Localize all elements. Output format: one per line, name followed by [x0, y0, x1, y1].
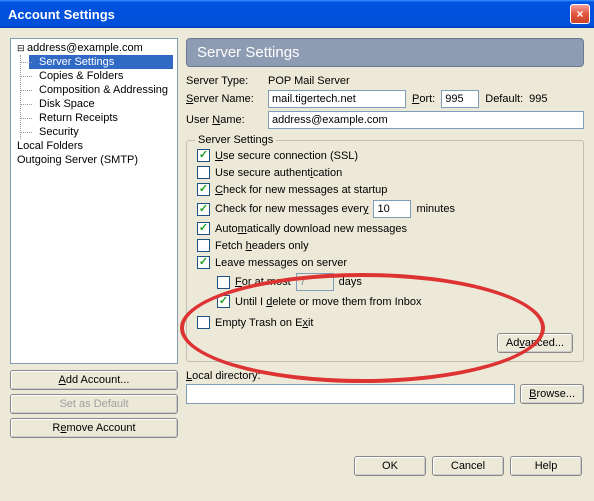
- default-label: Default:: [485, 93, 523, 105]
- help-button[interactable]: Help: [510, 456, 582, 476]
- empty-trash-label: Empty Trash on Exit: [215, 317, 313, 329]
- browse-button[interactable]: Browse...: [520, 384, 584, 404]
- tree-return-receipts[interactable]: Return Receipts: [29, 111, 173, 125]
- check-every-label: Check for new messages every: [215, 203, 368, 215]
- leave-on-server-checkbox[interactable]: ✓: [197, 256, 210, 269]
- user-name-input[interactable]: [268, 111, 584, 129]
- ssl-label: Use secure connection (SSL): [215, 150, 358, 162]
- ok-button[interactable]: OK: [354, 456, 426, 476]
- server-type-label: Server Type:: [186, 75, 262, 87]
- remove-account-button[interactable]: Remove Account: [10, 418, 178, 438]
- advanced-button[interactable]: Advanced...: [497, 333, 573, 353]
- fetch-headers-label: Fetch headers only: [215, 240, 309, 252]
- for-at-most-input: [296, 273, 334, 291]
- port-label: Port:: [412, 93, 435, 105]
- window-title: Account Settings: [8, 7, 570, 22]
- tree-copies-folders[interactable]: Copies & Folders: [29, 69, 173, 83]
- set-default-button: Set as Default: [10, 394, 178, 414]
- port-input[interactable]: [441, 90, 479, 108]
- close-icon: ×: [576, 7, 583, 21]
- secure-auth-checkbox[interactable]: ✓: [197, 166, 210, 179]
- auto-download-label: Automatically download new messages: [215, 223, 407, 235]
- minutes-label: minutes: [416, 203, 455, 215]
- tree-security[interactable]: Security: [29, 125, 173, 139]
- account-tree[interactable]: address@example.com Server Settings Copi…: [10, 38, 178, 364]
- leave-on-server-label: Leave messages on server: [215, 257, 347, 269]
- default-value: 995: [529, 93, 547, 105]
- panel-header: Server Settings: [186, 38, 584, 67]
- tree-outgoing-server[interactable]: Outgoing Server (SMTP): [15, 153, 173, 167]
- local-directory-input[interactable]: [186, 384, 515, 404]
- fieldset-legend: Server Settings: [195, 134, 276, 146]
- for-at-most-checkbox[interactable]: ✓: [217, 276, 230, 289]
- close-button[interactable]: ×: [570, 4, 590, 24]
- check-every-checkbox[interactable]: ✓: [197, 203, 210, 216]
- ssl-checkbox[interactable]: ✓: [197, 149, 210, 162]
- local-directory-label: Local directory:: [186, 370, 584, 382]
- fetch-headers-checkbox[interactable]: ✓: [197, 239, 210, 252]
- titlebar: Account Settings ×: [0, 0, 594, 28]
- until-delete-label: Until I delete or move them from Inbox: [235, 296, 422, 308]
- tree-disk-space[interactable]: Disk Space: [29, 97, 173, 111]
- add-account-button[interactable]: Add Account...: [10, 370, 178, 390]
- days-label: days: [339, 276, 362, 288]
- until-delete-checkbox[interactable]: ✓: [217, 295, 230, 308]
- check-startup-label: Check for new messages at startup: [215, 184, 387, 196]
- tree-local-folders[interactable]: Local Folders: [15, 139, 173, 153]
- check-every-input[interactable]: [373, 200, 411, 218]
- tree-account-root[interactable]: address@example.com: [15, 41, 173, 55]
- for-at-most-label: For at most: [235, 276, 291, 288]
- server-type-value: POP Mail Server: [268, 75, 350, 87]
- server-name-input[interactable]: [268, 90, 406, 108]
- empty-trash-checkbox[interactable]: ✓: [197, 316, 210, 329]
- auto-download-checkbox[interactable]: ✓: [197, 222, 210, 235]
- server-settings-group: Server Settings ✓ Use secure connection …: [186, 140, 584, 362]
- user-name-label: User Name:: [186, 114, 262, 126]
- server-name-label: Server Name:: [186, 93, 262, 105]
- check-startup-checkbox[interactable]: ✓: [197, 183, 210, 196]
- cancel-button[interactable]: Cancel: [432, 456, 504, 476]
- secure-auth-label: Use secure authentication: [215, 167, 342, 179]
- tree-composition[interactable]: Composition & Addressing: [29, 83, 173, 97]
- tree-server-settings[interactable]: Server Settings: [29, 55, 173, 69]
